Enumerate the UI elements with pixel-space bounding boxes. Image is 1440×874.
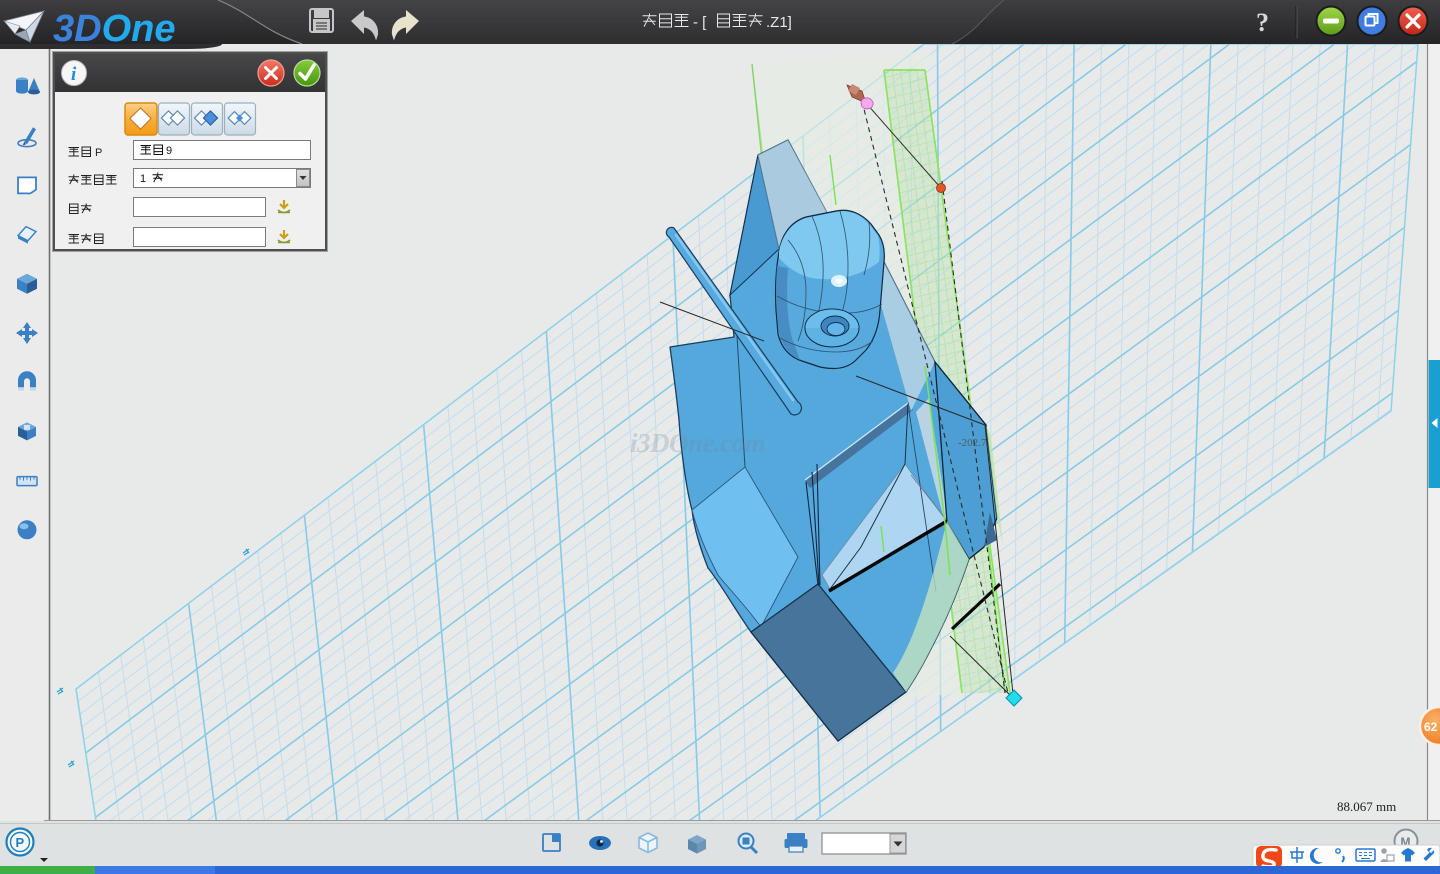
svg-text:i3DOne.com: i3DOne.com: [630, 428, 765, 458]
svg-text:.Z1]: .Z1]: [766, 14, 792, 31]
svg-text:62: 62: [1424, 720, 1438, 734]
svg-text:1: 1: [140, 173, 146, 185]
svg-text:3DOne: 3DOne: [53, 8, 175, 44]
svg-text:i: i: [71, 64, 77, 85]
svg-text:9: 9: [166, 145, 172, 157]
svg-text:-202.7: -202.7: [958, 437, 987, 449]
svg-text:- [: - [: [693, 14, 707, 31]
svg-text:P: P: [16, 835, 25, 850]
svg-text:88.067 mm: 88.067 mm: [1337, 799, 1396, 814]
svg-text:?: ?: [1256, 8, 1269, 37]
svg-text:P: P: [95, 147, 102, 159]
